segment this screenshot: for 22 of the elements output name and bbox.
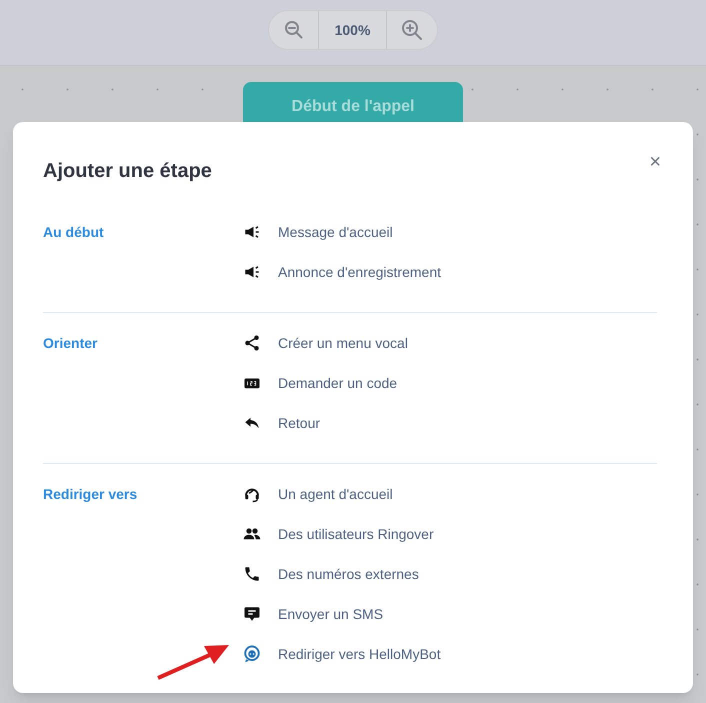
dialog-title: Ajouter une étape (43, 159, 212, 184)
zoom-out-icon (284, 20, 304, 40)
step-option[interactable]: Retour (278, 412, 320, 434)
step-option[interactable]: Demander un code (278, 372, 398, 394)
phone-icon (243, 565, 261, 583)
zoom-level: 100% (319, 11, 387, 49)
step-option[interactable]: Rediriger vers HelloMyBot (278, 644, 441, 664)
section-label: Orienter (43, 334, 98, 353)
close-button[interactable]: × (649, 152, 661, 172)
step-option[interactable]: Message d'accueil (278, 222, 393, 242)
step-option[interactable]: Des utilisateurs Ringover (278, 524, 434, 544)
step-option[interactable]: Annonce d'enregistrement (278, 262, 441, 282)
robot-face-icon (243, 645, 261, 663)
section-label: Rediriger vers (43, 485, 138, 504)
step-option[interactable]: Créer un menu vocal (278, 332, 408, 354)
share-icon (243, 334, 261, 352)
step-option[interactable]: Un agent d'accueil (278, 484, 393, 504)
section-label: Au début (43, 223, 105, 242)
zoom-in-icon (401, 19, 423, 41)
chat-bubble-icon (243, 605, 261, 623)
step-option[interactable]: Envoyer un SMS (278, 604, 384, 624)
step-option[interactable]: Des numéros externes (278, 564, 419, 584)
